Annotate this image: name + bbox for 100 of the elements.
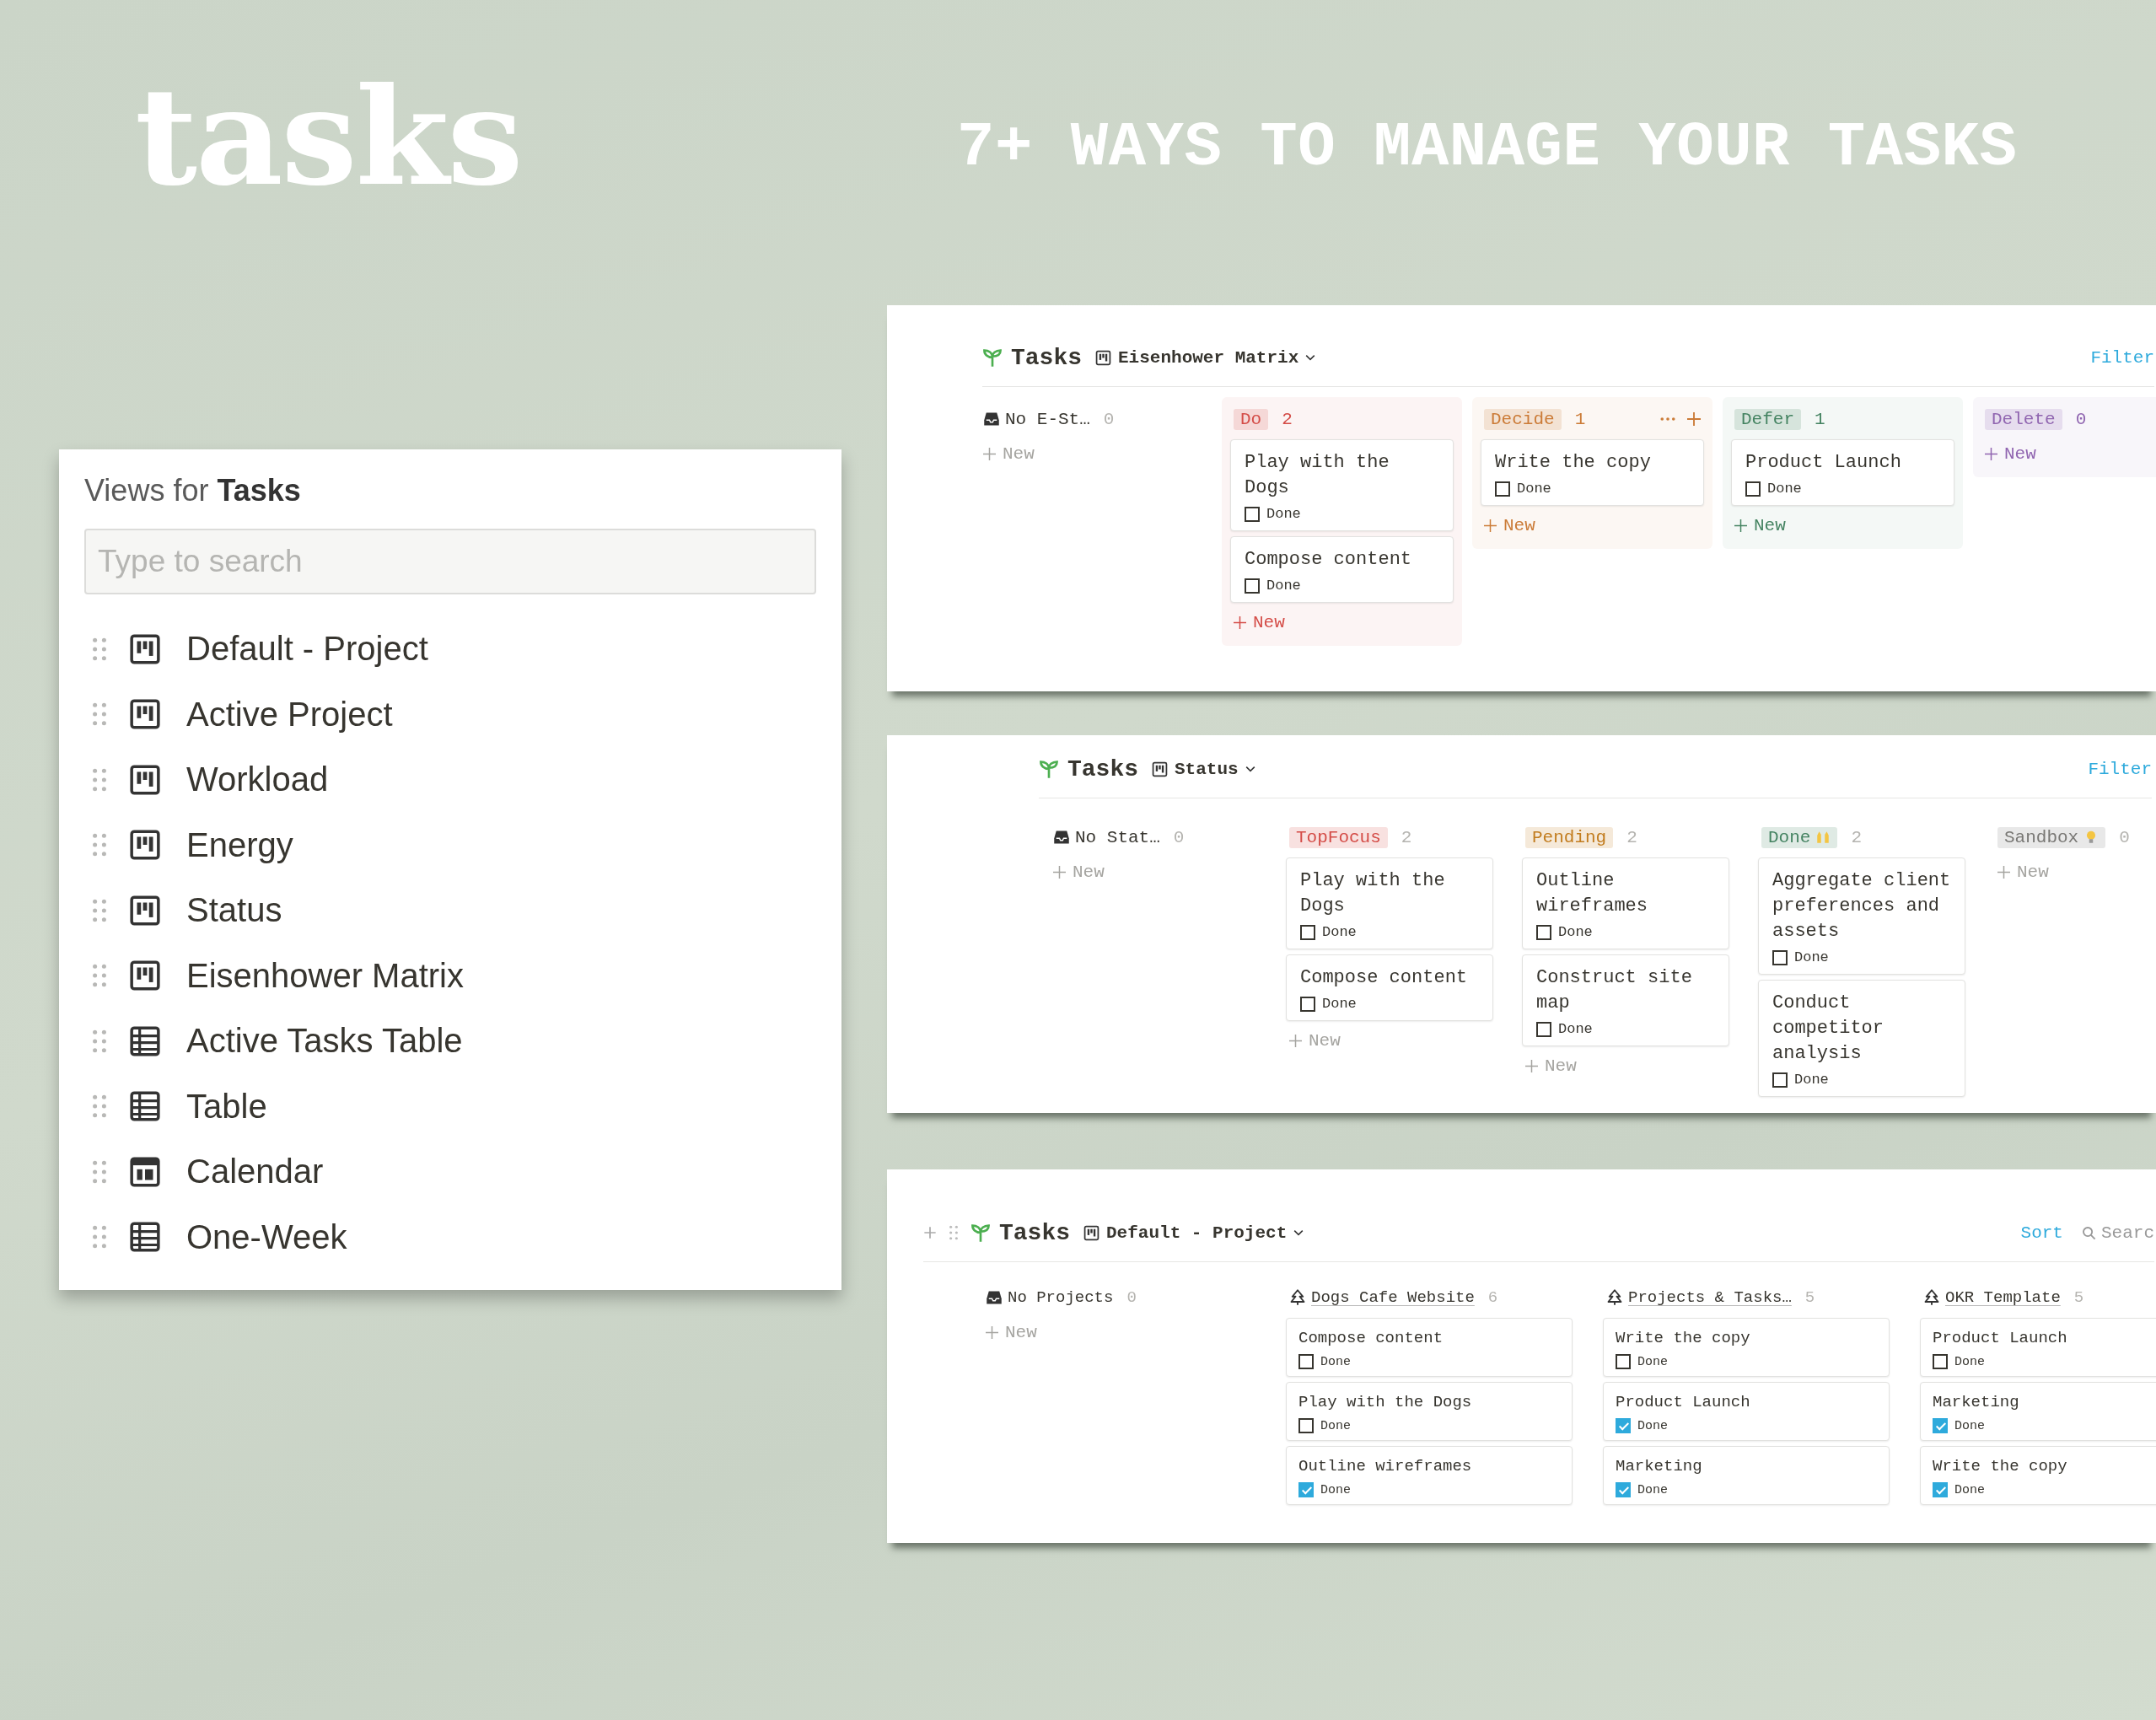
drag-handle-icon[interactable] [92, 963, 107, 989]
status-tag: TopFocus [1289, 826, 1388, 848]
drag-handle-icon[interactable] [92, 701, 107, 728]
view-item[interactable]: Workload [84, 747, 816, 813]
view-item[interactable]: Table [84, 1073, 816, 1139]
task-card[interactable]: Write the copy Done [1920, 1446, 2156, 1505]
new-button[interactable]: New [1230, 608, 1288, 637]
card-title: Write the copy [1616, 1328, 1751, 1349]
card-title: Write the copy [1933, 1456, 2068, 1477]
checkbox[interactable] [1616, 1354, 1631, 1369]
view-switcher[interactable]: Status [1152, 759, 1255, 779]
task-card[interactable]: Marketing Done [1920, 1382, 2156, 1441]
checkbox[interactable] [1245, 506, 1260, 522]
task-card[interactable]: Product Launch Done [1920, 1318, 2156, 1377]
plus-icon [1985, 448, 1997, 460]
drag-handle-icon[interactable] [92, 766, 107, 793]
task-card[interactable]: Play with the Dogs Done [1286, 1382, 1573, 1441]
tree-icon [1289, 1289, 1306, 1306]
card-title: Product Launch [1616, 1392, 1751, 1413]
database-title: Tasks [1067, 755, 1138, 782]
task-card[interactable]: Aggregate client preferences and assets Done [1758, 857, 1965, 975]
checkbox[interactable] [1300, 996, 1315, 1012]
project-link[interactable]: OKR Template [1945, 1288, 2061, 1307]
drag-handle-icon[interactable] [92, 636, 107, 662]
column-count: 0 [1173, 827, 1185, 847]
card-title: Aggregate client preferences and assets [1772, 869, 1951, 943]
card-title: Compose content [1298, 1328, 1444, 1349]
task-card[interactable]: Play with the Dogs Done [1230, 439, 1454, 531]
task-card[interactable]: Write the copy Done [1603, 1318, 1890, 1377]
checkbox[interactable] [1933, 1354, 1948, 1369]
task-card[interactable]: Conduct competitor analysis Done [1758, 980, 1965, 1097]
view-item[interactable]: Status [84, 878, 816, 943]
checkbox[interactable] [1933, 1482, 1948, 1497]
checkbox[interactable] [1536, 1021, 1551, 1037]
sprout-icon [1039, 759, 1059, 779]
status-tag: Delete [1985, 408, 2062, 430]
view-item[interactable]: Active Project [84, 681, 816, 747]
checkbox[interactable] [1495, 481, 1510, 497]
plus-icon [1053, 866, 1066, 879]
view-item[interactable]: Active Tasks Table [84, 1008, 816, 1074]
checkbox[interactable] [1536, 924, 1551, 940]
card-title: Play with the Dogs [1300, 869, 1446, 918]
task-card[interactable]: Write the copy Done [1481, 439, 1704, 506]
board-view-icon [1083, 1224, 1100, 1241]
view-item[interactable]: Energy [84, 812, 816, 878]
status-tag: Decide [1484, 408, 1562, 430]
checkbox[interactable] [1298, 1482, 1314, 1497]
drag-handle-icon[interactable] [92, 897, 107, 923]
board-view-icon [129, 959, 161, 992]
view-item[interactable]: Calendar [84, 1139, 816, 1205]
chevron-down-icon [1305, 354, 1316, 361]
board-view-icon [129, 763, 161, 796]
checkbox-label: Done [1954, 1418, 1985, 1433]
checkbox[interactable] [1245, 578, 1260, 594]
project-link[interactable]: Dogs Cafe Website [1311, 1288, 1475, 1307]
drag-handle-icon[interactable] [92, 1158, 107, 1185]
checkbox[interactable] [1772, 949, 1788, 965]
view-switcher[interactable]: Eisenhower Matrix [1095, 347, 1316, 368]
drag-handle-icon[interactable] [92, 1094, 107, 1120]
task-card[interactable]: Product Launch Done [1731, 439, 1954, 506]
new-button[interactable]: New [1981, 439, 2040, 469]
checkbox[interactable] [1772, 1072, 1788, 1088]
chevron-down-icon [1293, 1229, 1304, 1236]
task-card[interactable]: Outline wireframes Done [1522, 857, 1729, 949]
more-icon[interactable] [1660, 416, 1675, 422]
view-item[interactable]: Default - Project [84, 616, 816, 682]
task-card[interactable]: Construct site map Done [1522, 954, 1729, 1046]
task-card[interactable]: Product Launch Done [1603, 1382, 1890, 1441]
task-card[interactable]: Compose content Done [1286, 1318, 1573, 1377]
checkbox-label: Done [1266, 578, 1301, 594]
search-field[interactable]: Type to search [84, 529, 816, 594]
checkbox[interactable] [1616, 1418, 1631, 1433]
task-card[interactable]: Compose content Done [1286, 954, 1493, 1021]
column-count: 0 [2075, 409, 2087, 429]
project-link[interactable]: Projects & Tasks… [1628, 1288, 1792, 1307]
drag-handle-icon[interactable] [947, 1225, 960, 1240]
drag-handle-icon[interactable] [92, 1028, 107, 1054]
drag-handle-icon[interactable] [92, 1224, 107, 1250]
view-item[interactable]: Eisenhower Matrix [84, 943, 816, 1008]
card-title: Product Launch [1933, 1328, 2068, 1349]
task-card[interactable]: Marketing Done [1603, 1446, 1890, 1505]
checkbox[interactable] [1933, 1418, 1948, 1433]
column-count: 2 [1851, 827, 1863, 847]
task-card[interactable]: Play with the Dogs Done [1286, 857, 1493, 949]
view-switcher[interactable]: Default - Project [1083, 1223, 1304, 1243]
add-icon[interactable] [923, 1225, 937, 1240]
task-card[interactable]: Outline wireframes Done [1286, 1446, 1573, 1505]
drag-handle-icon[interactable] [92, 832, 107, 858]
view-item[interactable]: One-Week [84, 1204, 816, 1270]
status-tag: Do [1234, 408, 1269, 430]
checkbox[interactable] [1745, 481, 1761, 497]
panel-title: Views for Tasks [84, 473, 302, 508]
add-icon[interactable] [1687, 412, 1701, 426]
checkbox[interactable] [1298, 1354, 1314, 1369]
task-card[interactable]: Compose content Done [1230, 536, 1454, 603]
checkbox[interactable] [1616, 1482, 1631, 1497]
checkbox[interactable] [1298, 1418, 1314, 1433]
plus-icon [983, 448, 996, 460]
new-button[interactable]: New [1731, 511, 1789, 540]
checkbox[interactable] [1300, 924, 1315, 940]
